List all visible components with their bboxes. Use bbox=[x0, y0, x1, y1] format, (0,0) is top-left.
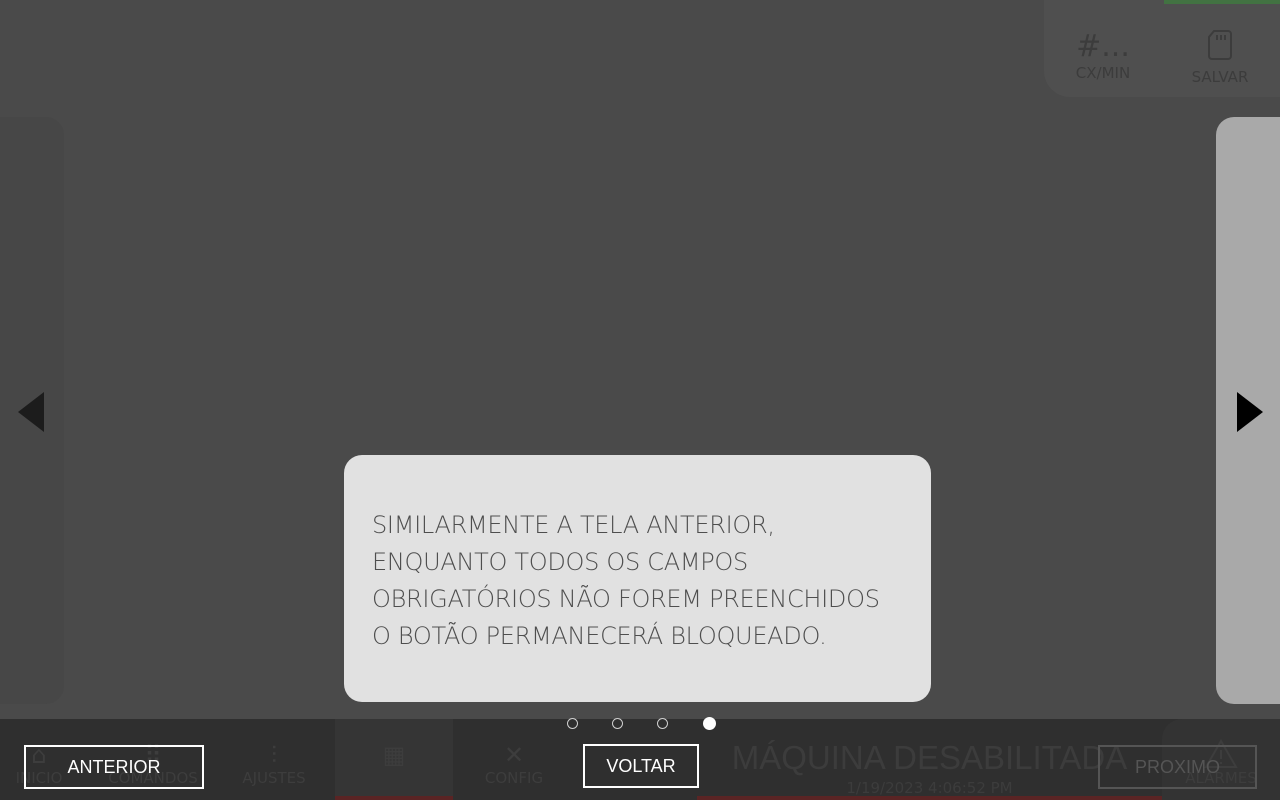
tab-config-label: CONFIG bbox=[484, 769, 544, 787]
tab-ajustes[interactable]: ⫶ AJUSTES bbox=[215, 719, 333, 800]
tooltip-line-3: OBRIGATÓRIOS NÃO FOREM PREENCHIDOS bbox=[372, 585, 880, 613]
back-button[interactable]: VOLTAR bbox=[583, 744, 699, 788]
step-dot-3[interactable] bbox=[657, 718, 668, 729]
counter-label: CX/MIN bbox=[1075, 64, 1131, 82]
counter-button[interactable]: #... CX/MIN bbox=[1048, 30, 1158, 90]
sd-card-icon bbox=[1165, 30, 1275, 68]
status-timestamp: 1/19/2023 4:06:52 PM bbox=[846, 779, 1013, 797]
step-dot-4-active[interactable] bbox=[703, 717, 716, 730]
step-dot-2[interactable] bbox=[612, 718, 623, 729]
save-label: SALVAR bbox=[1191, 68, 1249, 86]
save-button[interactable]: SALVAR bbox=[1165, 30, 1275, 90]
status-title: MÁQUINA DESABILITADA bbox=[731, 739, 1128, 776]
tab-config[interactable]: ✕ CONFIG bbox=[455, 719, 573, 800]
tour-tooltip: SIMILARMENTE A TELA ANTERIOR, ENQUANTO T… bbox=[344, 455, 931, 702]
tab-ajustes-label: AJUSTES bbox=[242, 769, 306, 787]
status-indicator-bar bbox=[1164, 0, 1280, 4]
tooltip-line-1: SIMILARMENTE A TELA ANTERIOR, bbox=[372, 511, 775, 539]
sliders-icon: ⫶ bbox=[271, 741, 277, 769]
counter-icon: #... bbox=[1076, 29, 1130, 64]
next-button[interactable]: PROXIMO bbox=[1098, 745, 1257, 789]
tools-icon: ✕ bbox=[503, 741, 525, 769]
chevron-right-icon[interactable] bbox=[1237, 392, 1263, 432]
chevron-left-icon[interactable] bbox=[18, 392, 44, 432]
previous-button[interactable]: ANTERIOR bbox=[24, 745, 204, 789]
tab-producao[interactable]: ▦ bbox=[335, 719, 453, 800]
tooltip-line-2: ENQUANTO TODOS OS CAMPOS bbox=[372, 548, 748, 576]
boxes-icon: ▦ bbox=[382, 741, 406, 769]
step-dot-1[interactable] bbox=[567, 718, 578, 729]
machine-status: MÁQUINA DESABILITADA 1/19/2023 4:06:52 P… bbox=[697, 719, 1162, 800]
tooltip-line-4: O BOTÃO PERMANECERÁ BLOQUEADO. bbox=[372, 622, 827, 650]
